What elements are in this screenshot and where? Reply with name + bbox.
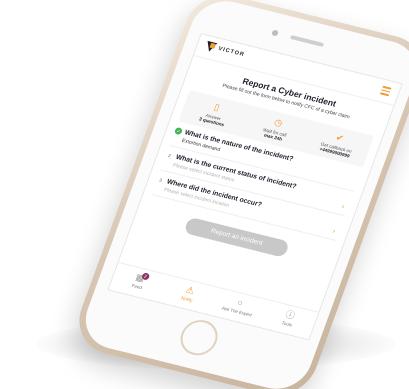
question-number: 2: [167, 152, 172, 159]
thumbs-up-icon: ✔: [334, 131, 346, 143]
tab-label: Feed: [131, 283, 143, 291]
check-icon: ✓: [173, 126, 184, 136]
step-answer: ▯ Answer 3 questions: [184, 96, 245, 131]
hamburger-menu-icon[interactable]: [379, 85, 392, 96]
home-button[interactable]: [175, 316, 223, 360]
logo-text: VICTOR: [217, 45, 246, 59]
info-icon: ⓘ: [284, 309, 297, 321]
question-number: 3: [158, 177, 163, 183]
tab-label: Notify: [180, 295, 194, 303]
app-logo[interactable]: VICTOR: [204, 41, 246, 60]
clock-icon: ◷: [273, 116, 285, 128]
camera-icon: [271, 29, 279, 37]
step-wait: ◷ Wait for call max 24h: [245, 112, 306, 147]
chat-bubble-icon: ○: [235, 297, 245, 308]
notification-badge: 2: [140, 272, 151, 281]
tab-label: Ask The Expert: [221, 305, 253, 318]
app-screen: VICTOR Report a Cyber incident Please fi…: [107, 33, 403, 341]
victor-logo-icon: [204, 41, 217, 53]
tab-label: Tools: [280, 320, 293, 328]
warning-icon: ⚠: [184, 284, 196, 296]
speaker-grille: [289, 34, 325, 47]
phone-icon: ▯: [213, 101, 222, 113]
step-callback: ✔ Get callback on +44999000999: [307, 127, 368, 162]
stage: VICTOR Report a Cyber incident Please fi…: [0, 0, 409, 389]
